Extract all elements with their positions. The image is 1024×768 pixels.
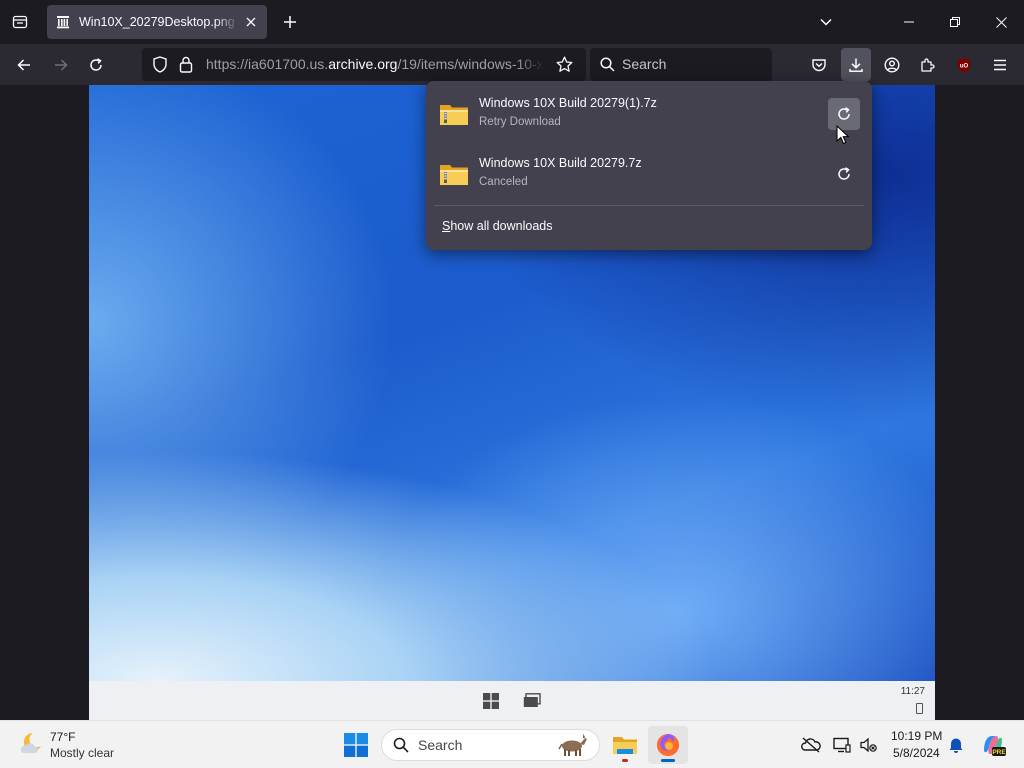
minimize-button[interactable] (886, 0, 932, 44)
minimize-icon (904, 21, 914, 23)
display-tray-button[interactable] (832, 735, 852, 755)
chevron-down-icon (820, 18, 832, 26)
firefox-view-button[interactable] (8, 10, 32, 34)
clock-time: 10:19 PM (891, 729, 943, 743)
search-icon (393, 737, 409, 758)
pocket-icon (812, 59, 826, 72)
windows-logo-icon (344, 733, 368, 757)
windows-taskbar: 77°F Mostly clear Search 10:19 PM 5/8/20… (0, 720, 1024, 768)
copilot-icon: PRE (984, 736, 1006, 756)
weather-desc: Mostly clear (50, 746, 115, 760)
puzzle-piece-icon (921, 58, 935, 72)
back-button[interactable] (11, 52, 37, 78)
extensions-button[interactable] (915, 52, 941, 78)
navigation-toolbar: https://ia601700.us.archive.org/19/items… (0, 44, 1024, 85)
copilot-button[interactable]: PRE (980, 732, 1006, 758)
taskbar-search-placeholder: Search (418, 737, 463, 753)
task-view-icon (523, 693, 541, 714)
firefox-view-icon (12, 15, 28, 29)
pocket-button[interactable] (806, 52, 832, 78)
downloads-panel: Windows 10X Build 20279(1).7z Retry Down… (426, 81, 872, 250)
ublock-origin-button[interactable]: uO (951, 52, 977, 78)
plus-icon (284, 16, 296, 28)
arrow-left-icon (17, 59, 30, 71)
weather-temp: 77°F (50, 730, 76, 744)
onedrive-tray-button[interactable] (801, 735, 821, 755)
speaker-icon (860, 737, 877, 753)
clock-date: 5/8/2024 (893, 746, 940, 760)
tracking-protection-shield-icon[interactable] (152, 56, 168, 78)
file-explorer-button[interactable] (605, 726, 645, 764)
arrow-right-icon (55, 59, 68, 71)
svg-text:PRE: PRE (992, 749, 1006, 756)
url-text[interactable]: https://ia601700.us.archive.org/19/items… (206, 48, 544, 81)
retry-icon (838, 107, 850, 120)
taskbar-search-box[interactable]: Search (381, 729, 600, 761)
tab-strip: Win10X_20279Desktop.png (PNG Image (0, 0, 1024, 44)
moon-cloud-icon (20, 732, 41, 753)
show-all-downloads-link[interactable]: Show all downloads (442, 219, 553, 233)
svg-text:uO: uO (960, 64, 969, 70)
windows-start-icon (483, 693, 499, 714)
forward-button[interactable] (48, 52, 74, 78)
search-icon (600, 57, 615, 77)
search-bar[interactable]: Search (590, 48, 772, 81)
new-tab-button[interactable] (278, 10, 302, 34)
reload-button[interactable] (83, 52, 109, 78)
download-item-2[interactable]: Windows 10X Build 20279.7z Canceled (434, 147, 864, 203)
url-suffix: /19/items/windows-10-x-build-20279 (397, 56, 544, 72)
bookmark-star-icon[interactable] (556, 56, 573, 78)
account-icon (884, 57, 900, 73)
close-window-button[interactable] (978, 0, 1024, 44)
battery-icon (916, 703, 923, 714)
win10x-clock: 11:27 (900, 686, 925, 697)
download-item-1[interactable]: Windows 10X Build 20279(1).7z Retry Down… (434, 87, 864, 143)
restore-icon (950, 17, 960, 27)
show-all-rest: how all downloads (450, 219, 553, 233)
reload-icon (90, 58, 102, 71)
app-active-indicator (661, 759, 675, 762)
ublock-origin-icon: uO (958, 58, 970, 73)
app-running-indicator (622, 759, 628, 762)
cloud-offline-icon (801, 737, 821, 753)
monitor-icon (833, 737, 851, 753)
archive-institution-icon (55, 14, 71, 30)
win10x-taskbar: 11:27 (89, 681, 935, 720)
account-button[interactable] (879, 52, 905, 78)
retry-icon (838, 167, 850, 180)
compressed-folder-icon (439, 159, 469, 189)
url-domain: archive.org (328, 56, 398, 72)
url-bar[interactable]: https://ia601700.us.archive.org/19/items… (142, 48, 586, 81)
search-highlight-donkey-icon (554, 732, 590, 763)
lock-icon[interactable] (179, 56, 193, 78)
download-status: Retry Download (479, 116, 561, 128)
panel-separator (434, 205, 864, 206)
tab-close-icon[interactable] (243, 14, 259, 30)
retry-download-button[interactable] (828, 158, 860, 190)
start-button[interactable] (344, 733, 368, 757)
download-arrow-icon (849, 58, 863, 72)
tab-title: Win10X_20279Desktop.png (PNG Image (79, 15, 239, 29)
firefox-icon (657, 734, 679, 756)
volume-network-tray-button[interactable] (858, 735, 878, 755)
download-filename: Windows 10X Build 20279(1).7z (479, 96, 657, 110)
compressed-folder-icon (439, 99, 469, 129)
screen: Win10X_20279Desktop.png (PNG Image (0, 0, 1024, 768)
search-placeholder: Search (622, 56, 667, 72)
close-icon (995, 16, 1007, 28)
firefox-button[interactable] (648, 726, 688, 764)
folder-icon (613, 737, 637, 754)
mouse-cursor-icon (836, 125, 850, 145)
list-all-tabs-button[interactable] (814, 10, 838, 34)
tab-active[interactable]: Win10X_20279Desktop.png (PNG Image (47, 5, 267, 39)
downloads-button[interactable] (841, 48, 871, 81)
url-prefix: https://ia601700.us. (206, 56, 329, 72)
bell-icon (949, 738, 963, 753)
app-menu-button[interactable] (987, 52, 1013, 78)
download-filename: Windows 10X Build 20279.7z (479, 156, 642, 170)
download-status: Canceled (479, 176, 528, 188)
hamburger-menu-icon (994, 59, 1006, 71)
restore-button[interactable] (932, 0, 978, 44)
notifications-button[interactable] (946, 735, 966, 755)
